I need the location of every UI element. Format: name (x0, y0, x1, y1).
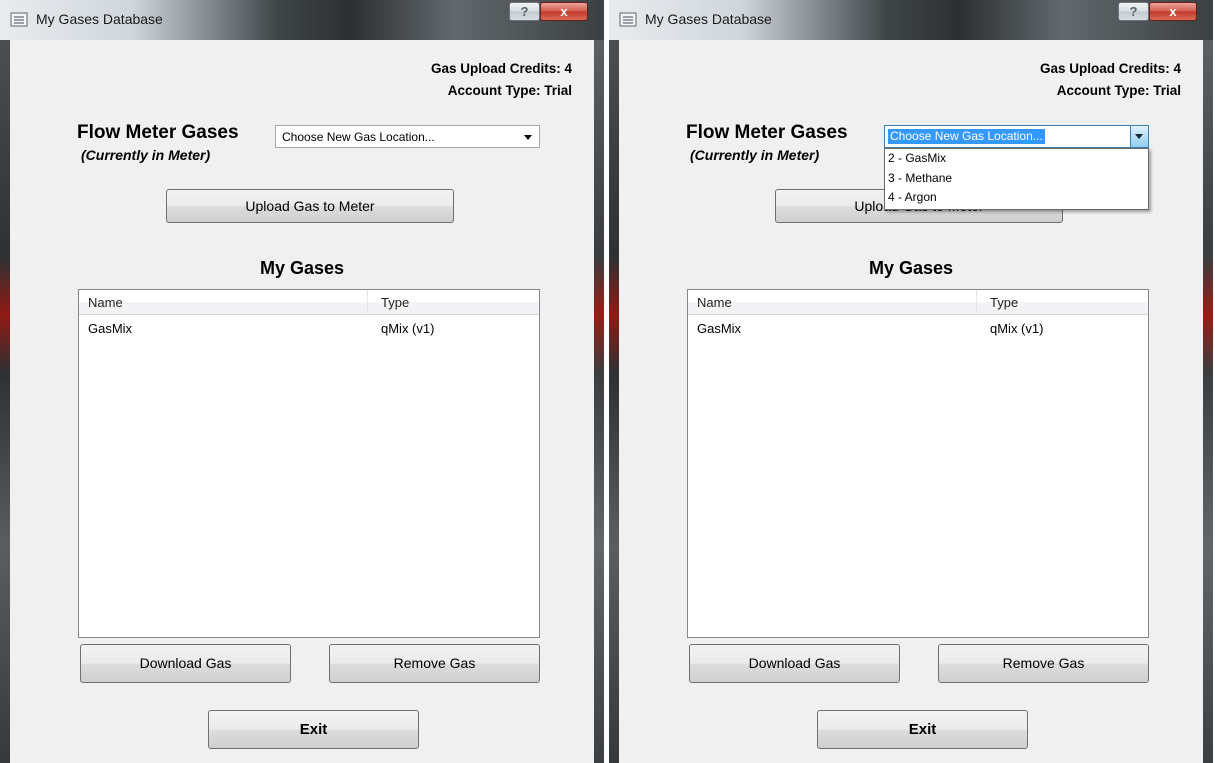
flow-meter-gases-heading: Flow Meter Gases (686, 122, 848, 143)
window-client-area: Gas Upload Credits: 4 Account Type: Tria… (619, 40, 1203, 763)
window-frame-left (0, 40, 10, 763)
flow-meter-gases-subheading: (Currently in Meter) (81, 147, 211, 163)
list-header: Name Type (79, 290, 539, 315)
window-frame-right (1203, 40, 1213, 763)
my-gases-heading: My Gases (868, 258, 954, 278)
dropdown-option[interactable]: 3 - Methane (885, 169, 1148, 189)
table-row[interactable]: GasMix qMix (v1) (688, 320, 1148, 340)
title-bar[interactable]: My Gases Database ? x (609, 0, 1213, 40)
column-header-type-label[interactable]: Type (990, 295, 1018, 310)
download-gas-button[interactable]: Download Gas (80, 644, 291, 683)
flow-meter-gases-heading: Flow Meter Gases (77, 122, 239, 143)
column-header-name-label: Name (88, 295, 123, 310)
account-type-label: Account Type: (1056, 83, 1150, 98)
upload-credits-value: 4 (564, 61, 572, 76)
remove-gas-button[interactable]: Remove Gas (329, 644, 540, 683)
table-row[interactable]: GasMix qMix (v1) (79, 320, 539, 340)
gas-location-dropdown-list: 2 - GasMix 3 - Methane 4 - Argon (884, 148, 1149, 210)
upload-credits: Gas Upload Credits: 4 (431, 61, 572, 76)
flow-meter-gases-subheading: (Currently in Meter) (690, 147, 820, 163)
window-frame-right (594, 40, 604, 763)
dropdown-option[interactable]: 2 - GasMix (885, 149, 1148, 169)
gas-location-combobox[interactable]: Choose New Gas Location... (884, 125, 1149, 148)
upload-credits-label: Gas Upload Credits: (1039, 61, 1170, 76)
window-app-icon (10, 12, 28, 27)
dropdown-toggle-button[interactable] (1130, 126, 1148, 147)
gas-location-combobox-value: Choose New Gas Location... (887, 128, 1046, 145)
upload-gas-button[interactable]: Upload Gas to Meter (166, 189, 454, 223)
gases-window-right: My Gases Database ? x Gas Upload Credits… (609, 0, 1213, 763)
list-header: Name Type (688, 290, 1148, 315)
help-button[interactable]: ? (1118, 2, 1149, 21)
download-gas-button[interactable]: Download Gas (689, 644, 900, 683)
help-button[interactable]: ? (509, 2, 540, 21)
gases-window-left: My Gases Database ? x Gas Upload Credits… (0, 0, 604, 763)
dropdown-option[interactable]: 4 - Argon (885, 188, 1148, 208)
gas-name-cell: GasMix (88, 321, 133, 336)
gas-name-cell: GasMix (697, 321, 742, 336)
column-header-name-label: Name (697, 295, 732, 310)
account-type-label: Account Type: (447, 83, 541, 98)
gas-location-combobox-value: Choose New Gas Location... (282, 130, 435, 144)
window-app-icon (619, 12, 637, 27)
gases-list-view[interactable]: Name Type GasMix qMix (v1) (78, 289, 540, 638)
chevron-down-icon[interactable] (524, 135, 532, 140)
account-type-value: Trial (544, 83, 572, 98)
close-button[interactable]: x (1149, 2, 1197, 21)
upload-credits-label: Gas Upload Credits: (430, 61, 561, 76)
gas-type-cell: qMix (v1) (381, 321, 435, 336)
window-client-area: Gas Upload Credits: 4 Account Type: Tria… (10, 40, 594, 763)
window-title: My Gases Database (36, 11, 163, 27)
remove-gas-button[interactable]: Remove Gas (938, 644, 1149, 683)
exit-button[interactable]: Exit (817, 710, 1028, 749)
close-button[interactable]: x (540, 2, 588, 21)
account-type: Account Type: Trial (1057, 83, 1181, 98)
account-type-value: Trial (1153, 83, 1181, 98)
column-header-type-label[interactable]: Type (381, 295, 409, 310)
gas-location-combobox[interactable]: Choose New Gas Location... (275, 125, 540, 148)
account-type: Account Type: Trial (448, 83, 572, 98)
exit-button[interactable]: Exit (208, 710, 419, 749)
gases-list-view[interactable]: Name Type GasMix qMix (v1) (687, 289, 1149, 638)
window-title: My Gases Database (645, 11, 772, 27)
title-bar[interactable]: My Gases Database ? x (0, 0, 604, 40)
chevron-down-icon (1135, 134, 1143, 139)
my-gases-heading: My Gases (259, 258, 345, 278)
upload-credits-value: 4 (1173, 61, 1181, 76)
window-frame-left (609, 40, 619, 763)
upload-credits: Gas Upload Credits: 4 (1040, 61, 1181, 76)
gas-type-cell: qMix (v1) (990, 321, 1044, 336)
